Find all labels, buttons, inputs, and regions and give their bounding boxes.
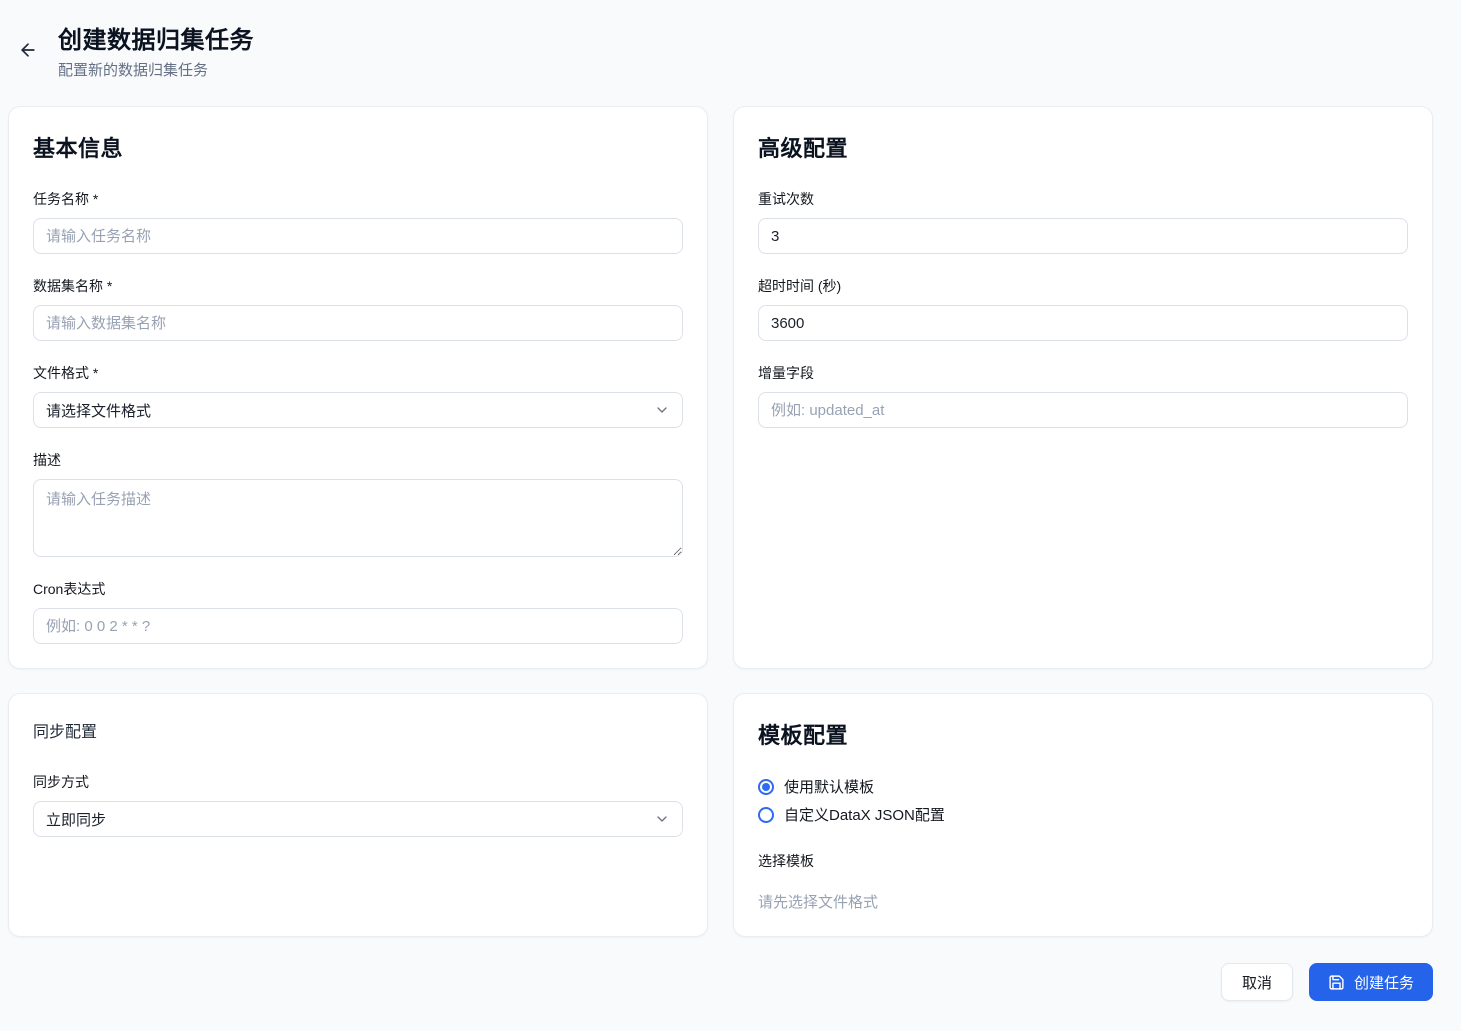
radio-custom-datax-json[interactable]: 自定义DataX JSON配置 xyxy=(758,804,1408,825)
task-name-label: 任务名称 * xyxy=(33,189,683,209)
back-button[interactable] xyxy=(14,36,42,64)
page-title: 创建数据归集任务 xyxy=(58,20,254,55)
dataset-name-label: 数据集名称 * xyxy=(33,276,683,296)
radio-custom-datax-json-label: 自定义DataX JSON配置 xyxy=(784,804,945,825)
incremental-field: 增量字段 xyxy=(758,363,1408,428)
cron-label: Cron表达式 xyxy=(33,579,683,599)
form-grid: 基本信息 任务名称 * 数据集名称 * 文件格式 * 请选择文件格式 描述 xyxy=(8,106,1433,937)
description-field: 描述 xyxy=(33,450,683,557)
radio-default-template-label: 使用默认模板 xyxy=(784,776,874,797)
file-format-label: 文件格式 * xyxy=(33,363,683,383)
sync-mode-label: 同步方式 xyxy=(33,772,683,792)
footer-actions: 取消 创建任务 xyxy=(8,963,1433,1001)
radio-unselected-icon xyxy=(758,807,774,823)
radio-default-template[interactable]: 使用默认模板 xyxy=(758,776,1408,797)
timeout-label: 超时时间 (秒) xyxy=(758,276,1408,296)
timeout-input[interactable] xyxy=(758,305,1408,341)
save-icon xyxy=(1328,974,1345,991)
create-task-button-label: 创建任务 xyxy=(1354,972,1414,993)
template-config-card: 模板配置 使用默认模板 自定义DataX JSON配置 选择模板 请先选择文件格… xyxy=(733,693,1433,937)
basic-info-title: 基本信息 xyxy=(33,131,683,163)
incremental-input[interactable] xyxy=(758,392,1408,428)
sync-mode-field: 同步方式 立即同步 xyxy=(33,772,683,837)
chevron-down-icon xyxy=(654,402,670,418)
sync-config-title: 同步配置 xyxy=(33,718,683,742)
retry-count-label: 重试次数 xyxy=(758,189,1408,209)
advanced-config-title: 高级配置 xyxy=(758,131,1408,163)
sync-mode-selected-value: 立即同步 xyxy=(46,809,106,830)
header-titles: 创建数据归集任务 配置新的数据归集任务 xyxy=(58,20,254,80)
sync-config-card: 同步配置 同步方式 立即同步 xyxy=(8,693,708,937)
create-task-button[interactable]: 创建任务 xyxy=(1309,963,1433,1001)
page-subtitle: 配置新的数据归集任务 xyxy=(58,59,254,80)
radio-selected-icon xyxy=(758,779,774,795)
retry-count-input[interactable] xyxy=(758,218,1408,254)
file-format-selected-value: 请选择文件格式 xyxy=(46,400,151,421)
cron-input[interactable] xyxy=(33,608,683,644)
cron-field: Cron表达式 xyxy=(33,579,683,644)
create-task-page: 创建数据归集任务 配置新的数据归集任务 基本信息 任务名称 * 数据集名称 * … xyxy=(0,0,1461,1031)
basic-info-card: 基本信息 任务名称 * 数据集名称 * 文件格式 * 请选择文件格式 描述 xyxy=(8,106,708,669)
select-template-label: 选择模板 xyxy=(758,851,1408,871)
advanced-config-card: 高级配置 重试次数 超时时间 (秒) 增量字段 xyxy=(733,106,1433,669)
retry-count-field: 重试次数 xyxy=(758,189,1408,254)
cancel-button[interactable]: 取消 xyxy=(1221,963,1293,1001)
task-name-field: 任务名称 * xyxy=(33,189,683,254)
chevron-down-icon xyxy=(654,811,670,827)
dataset-name-field: 数据集名称 * xyxy=(33,276,683,341)
timeout-field: 超时时间 (秒) xyxy=(758,276,1408,341)
sync-mode-select[interactable]: 立即同步 xyxy=(33,801,683,837)
task-name-input[interactable] xyxy=(33,218,683,254)
file-format-field: 文件格式 * 请选择文件格式 xyxy=(33,363,683,428)
description-textarea[interactable] xyxy=(33,479,683,557)
select-template-hint: 请先选择文件格式 xyxy=(758,891,1408,912)
file-format-select[interactable]: 请选择文件格式 xyxy=(33,392,683,428)
dataset-name-input[interactable] xyxy=(33,305,683,341)
arrow-left-icon xyxy=(18,40,38,60)
page-header: 创建数据归集任务 配置新的数据归集任务 xyxy=(8,20,1433,80)
description-label: 描述 xyxy=(33,450,683,470)
incremental-label: 增量字段 xyxy=(758,363,1408,383)
template-config-title: 模板配置 xyxy=(758,718,1408,750)
template-radio-group: 使用默认模板 自定义DataX JSON配置 xyxy=(758,776,1408,825)
